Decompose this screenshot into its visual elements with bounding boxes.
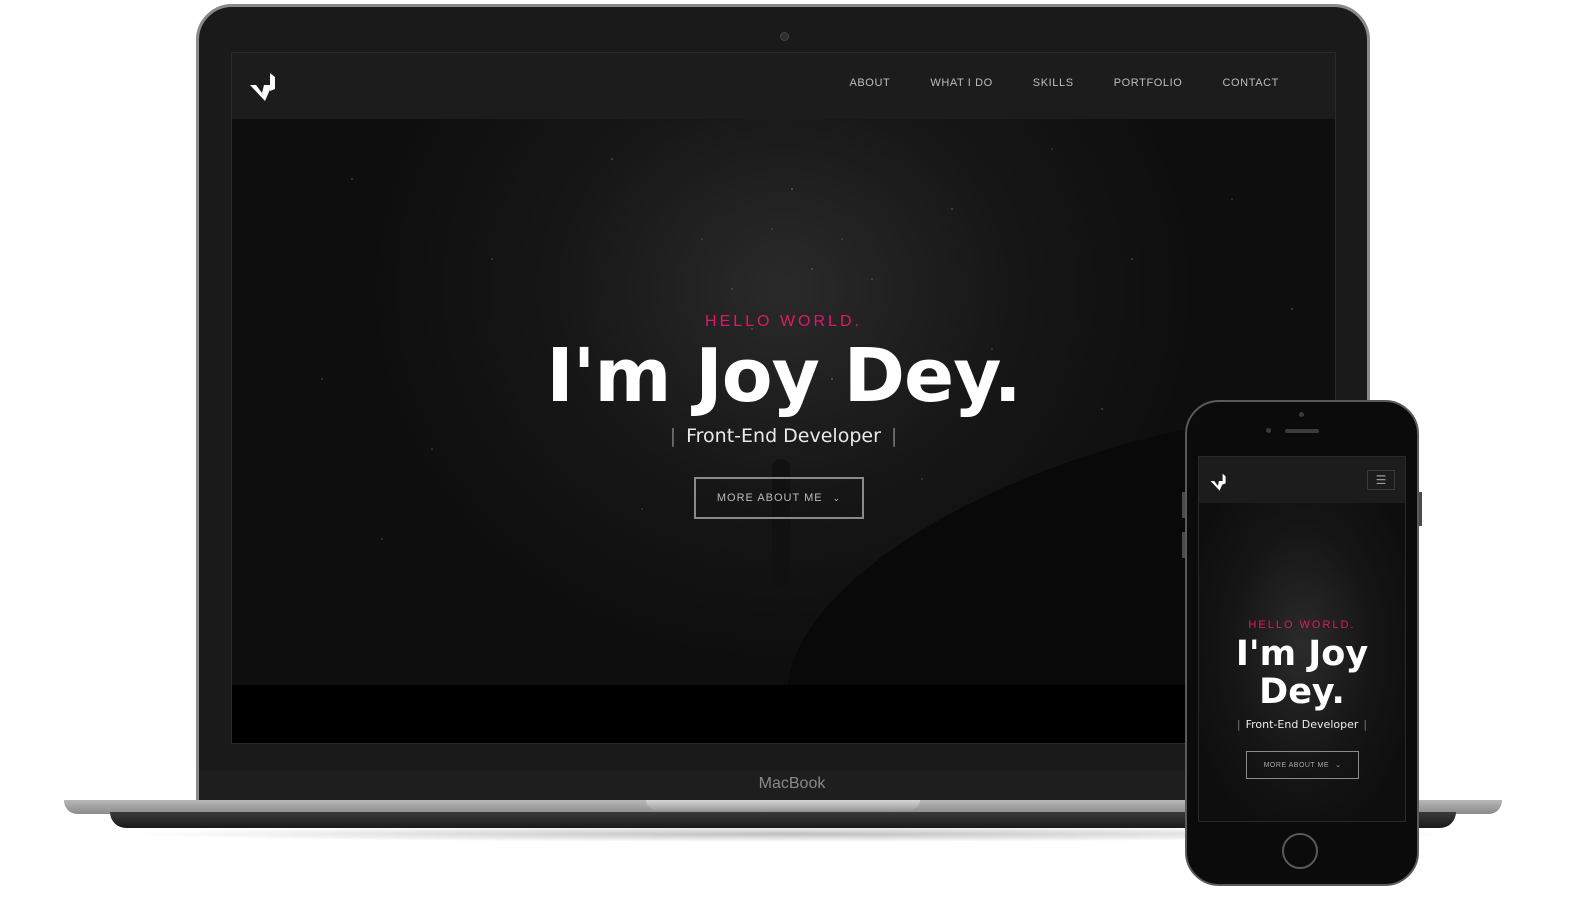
phone-hero-kicker: HELLO WORLD.	[1248, 619, 1356, 631]
nav-skills[interactable]: SKILLS	[1033, 77, 1074, 89]
phone-home-button[interactable]	[1282, 833, 1318, 869]
phone-hero-title: I'm Joy Dey.	[1199, 635, 1405, 711]
phone-hero-title-line2: Dey.	[1259, 672, 1345, 712]
phone-more-about-me-label: MORE ABOUT ME	[1263, 761, 1330, 769]
phone-camera	[1266, 428, 1271, 433]
nav-portfolio[interactable]: PORTFOLIO	[1114, 77, 1183, 89]
navbar: ABOUT WHAT I DO SKILLS PORTFOLIO CONTACT	[232, 53, 1335, 119]
chevron-down-icon: ⌄	[832, 492, 842, 503]
more-about-me-label: MORE ABOUT ME	[716, 492, 823, 504]
laptop-screen: ABOUT WHAT I DO SKILLS PORTFOLIO CONTACT…	[231, 52, 1336, 744]
site-logo-icon[interactable]	[248, 65, 280, 105]
more-about-me-button[interactable]: MORE ABOUT ME ⌄	[694, 477, 864, 519]
phone-hero-subtitle: | Front-End Developer |	[1199, 718, 1405, 731]
subtitle-bar-right: |	[890, 425, 898, 447]
webcam	[780, 32, 789, 41]
phone-site-logo-icon[interactable]	[1209, 469, 1229, 493]
phone-screen: ☰ HELLO WORLD. I'm Joy Dey. | Front-End D…	[1198, 456, 1406, 822]
nav-about[interactable]: ABOUT	[849, 77, 890, 89]
phone-subtitle-bar-left: |	[1236, 718, 1241, 731]
hero-subtitle-text: Front-End Developer	[686, 425, 881, 447]
phone-subtitle-bar-right: |	[1363, 718, 1368, 731]
nav-what-i-do[interactable]: WHAT I DO	[930, 77, 992, 89]
phone-hero-section: HELLO WORLD. I'm Joy Dey. | Front-End Dev…	[1199, 503, 1405, 821]
laptop-base-notch	[646, 800, 920, 810]
subtitle-bar-left: |	[669, 425, 677, 447]
phone-more-about-me-button[interactable]: MORE ABOUT ME ⌄	[1246, 751, 1359, 779]
phone-speaker	[1285, 429, 1319, 433]
hero-subtitle: | Front-End Developer |	[232, 425, 1335, 447]
phone-navbar: ☰	[1199, 457, 1405, 503]
nav-contact[interactable]: CONTACT	[1222, 77, 1279, 89]
hamburger-menu-button[interactable]: ☰	[1367, 470, 1395, 490]
hero-section: HELLO WORLD. I'm Joy Dey. | Front-End Dev…	[232, 119, 1335, 685]
phone-hero-subtitle-text: Front-End Developer	[1245, 718, 1359, 731]
hero-kicker: HELLO WORLD.	[705, 313, 862, 330]
chevron-down-icon: ⌄	[1335, 762, 1342, 769]
phone-hero-title-line1: I'm Joy	[1235, 634, 1369, 674]
nav-links: ABOUT WHAT I DO SKILLS PORTFOLIO CONTACT	[809, 77, 1279, 89]
phone-sensor	[1299, 412, 1304, 417]
phone-side-button	[1419, 492, 1422, 526]
hamburger-icon: ☰	[1375, 473, 1387, 487]
hero-title: I'm Joy Dey.	[546, 333, 1022, 419]
